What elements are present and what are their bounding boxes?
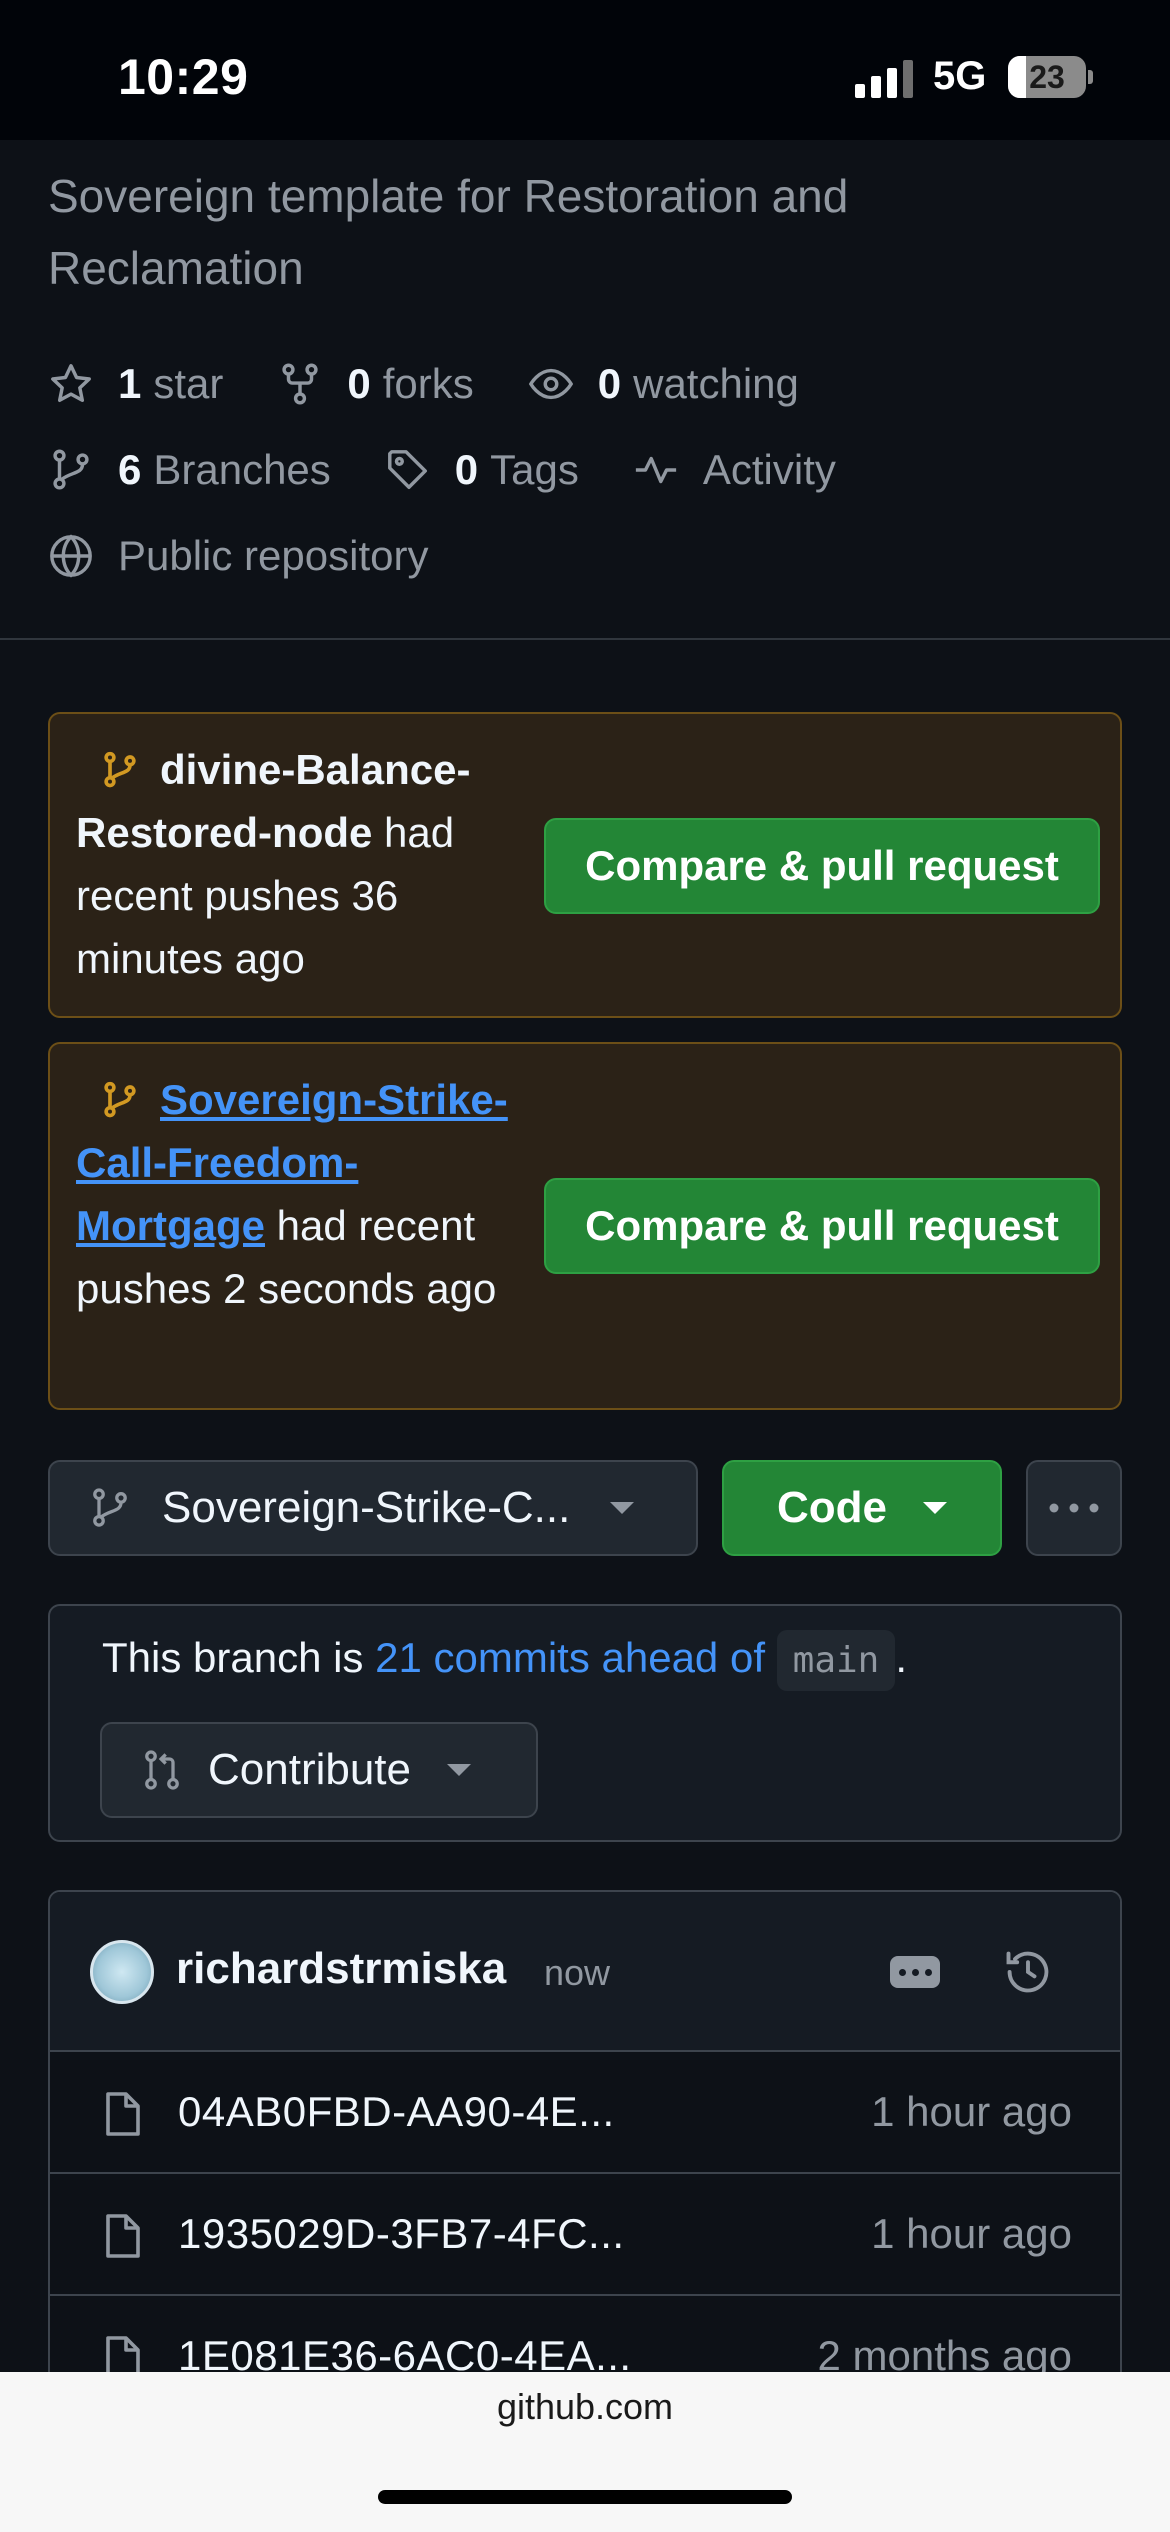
chevron-down-icon bbox=[610, 1502, 635, 1514]
file-name: 1935029D-3FB7-4FC... bbox=[178, 2210, 625, 2257]
contribute-label: Contribute bbox=[208, 1745, 412, 1794]
chevron-down-icon bbox=[923, 1502, 947, 1514]
branch-selector-label: Sovereign-Strike-C... bbox=[162, 1483, 571, 1532]
commits-ahead-link[interactable]: 21 commits ahead of bbox=[375, 1634, 765, 1681]
repo-visibility-row: Public repository bbox=[48, 532, 482, 580]
file-name: 04AB0FBD-AA90-4E... bbox=[178, 2088, 615, 2135]
commit-author[interactable]: richardstrmiska bbox=[176, 1944, 506, 1994]
forks-count: 0 bbox=[347, 360, 371, 407]
tags-label: Tags bbox=[490, 446, 579, 493]
contribute-button[interactable]: Contribute bbox=[100, 1722, 538, 1818]
file-row[interactable]: 04AB0FBD-AA90-4E... 1 hour ago bbox=[50, 2052, 1120, 2174]
watching-link[interactable]: 0 watching bbox=[528, 360, 799, 408]
status-time: 10:29 bbox=[118, 49, 249, 105]
fork-icon bbox=[282, 363, 319, 405]
watching-count: 0 bbox=[597, 360, 622, 407]
stars-count: 1 bbox=[118, 360, 142, 407]
recent-push-banner: Sovereign-Strike-Call-Freedom-Mortgage h… bbox=[48, 1042, 1122, 1410]
repo-description: Sovereign template for Restoration and R… bbox=[48, 170, 849, 294]
status-bar: 10:29 5G 23 bbox=[0, 0, 1170, 140]
recent-push-text: Sovereign-Strike-Call-Freedom-Mortgage h… bbox=[76, 1068, 546, 1320]
repo-stats-row: 1 star 0 forks 0 watching bbox=[48, 360, 853, 408]
commit-time: now bbox=[544, 1952, 611, 1993]
compare-pull-request-button[interactable]: Compare & pull request bbox=[544, 1178, 1100, 1274]
code-button[interactable]: Code bbox=[722, 1460, 1002, 1556]
repo-refs-row: 6 Branches 0 Tags Activity bbox=[48, 446, 890, 494]
latest-commit-header: richardstrmiska now bbox=[50, 1892, 1120, 2052]
file-icon bbox=[106, 2214, 140, 2258]
home-indicator[interactable] bbox=[378, 2490, 792, 2504]
file-list: richardstrmiska now 04AB0FBD-AA90-4E... … bbox=[48, 1890, 1122, 2450]
chevron-down-icon bbox=[447, 1764, 472, 1776]
file-updated-time: 1 hour ago bbox=[871, 2088, 1072, 2135]
file-row[interactable]: 1935029D-3FB7-4FC... 1 hour ago bbox=[50, 2174, 1120, 2296]
file-updated-time: 1 hour ago bbox=[871, 2210, 1072, 2257]
tag-icon bbox=[387, 450, 427, 489]
tags-count: 0 bbox=[454, 446, 479, 493]
code-button-label: Code bbox=[777, 1483, 887, 1532]
visibility-label: Public repository bbox=[118, 532, 429, 579]
tags-link[interactable]: 0 Tags bbox=[385, 446, 579, 494]
branches-label: Branches bbox=[153, 446, 331, 493]
recent-push-text: divine-Balance-Restored-node had recent … bbox=[76, 738, 546, 990]
base-branch-label: main bbox=[776, 1630, 896, 1691]
branch-selector[interactable]: Sovereign-Strike-C... bbox=[48, 1460, 698, 1556]
file-icon bbox=[106, 2092, 140, 2136]
branch-icon bbox=[53, 449, 89, 490]
branch-icon bbox=[93, 1488, 127, 1527]
battery-level: 23 bbox=[1029, 58, 1065, 95]
branch-icon bbox=[104, 751, 136, 788]
commit-message-ellipsis-icon[interactable] bbox=[890, 1956, 940, 1988]
compare-pull-request-button[interactable]: Compare & pull request bbox=[544, 818, 1100, 914]
globe-icon bbox=[50, 534, 92, 578]
eye-icon bbox=[528, 368, 573, 400]
stars-link[interactable]: 1 star bbox=[48, 360, 223, 408]
battery-nub bbox=[1088, 70, 1093, 84]
section-divider bbox=[0, 638, 1170, 640]
battery-icon: 23 bbox=[1008, 56, 1086, 98]
branch-status-text: This branch is 21 commits ahead of main. bbox=[102, 1630, 908, 1691]
pulse-icon bbox=[635, 456, 676, 484]
activity-link[interactable]: Activity bbox=[633, 446, 836, 494]
network-type: 5G bbox=[933, 54, 987, 98]
star-icon bbox=[51, 364, 91, 403]
activity-label: Activity bbox=[702, 446, 836, 493]
history-icon[interactable] bbox=[1002, 1946, 1054, 1998]
avatar[interactable] bbox=[90, 1940, 154, 2004]
branches-count: 6 bbox=[118, 446, 142, 493]
branch-icon bbox=[104, 1081, 136, 1118]
forks-label: forks bbox=[382, 360, 474, 407]
kebab-horizontal-icon bbox=[1049, 1503, 1099, 1513]
recent-push-banner: divine-Balance-Restored-node had recent … bbox=[48, 712, 1122, 1018]
visibility: Public repository bbox=[48, 532, 428, 580]
branches-link[interactable]: 6 Branches bbox=[48, 446, 331, 494]
forks-link[interactable]: 0 forks bbox=[277, 360, 474, 408]
watching-label: watching bbox=[633, 360, 799, 407]
branch-status-box: This branch is 21 commits ahead of main.… bbox=[48, 1604, 1122, 1842]
pull-request-icon bbox=[145, 1750, 179, 1790]
branch-status-suffix: . bbox=[895, 1634, 908, 1681]
more-options-button[interactable] bbox=[1026, 1460, 1122, 1556]
address-bar[interactable]: github.com bbox=[0, 2386, 1170, 2428]
branch-status-prefix: This branch is bbox=[102, 1634, 376, 1681]
stars-label: star bbox=[153, 360, 224, 407]
signal-icon bbox=[855, 58, 915, 98]
